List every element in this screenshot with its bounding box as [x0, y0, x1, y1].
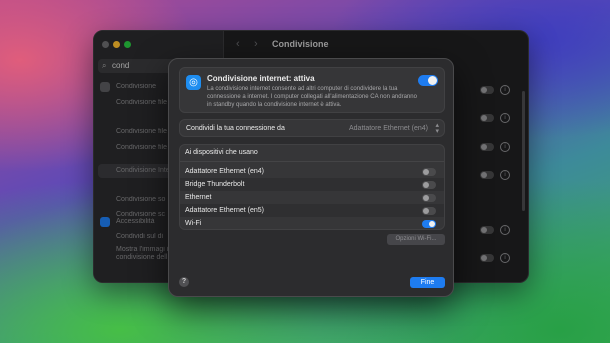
globe-share-icon: ◎: [186, 75, 201, 90]
device-row-ethernet: Ethernet: [180, 191, 444, 204]
device-row-en5: Adattatore Ethernet (en5): [180, 204, 444, 217]
done-button[interactable]: Fine: [410, 277, 445, 288]
internet-sharing-toggle[interactable]: [418, 75, 438, 86]
device-toggle-wifi[interactable]: [422, 220, 436, 228]
help-button[interactable]: ?: [179, 277, 189, 287]
share-connection-row: Condividi la tua connessione da Adattato…: [179, 119, 445, 137]
internet-sharing-description: La condivisione internet consente ad alt…: [207, 86, 417, 108]
device-label: Bridge Thunderbolt: [185, 181, 245, 188]
device-row-en4: Adattatore Ethernet (en4): [180, 165, 444, 178]
chevron-updown-icon[interactable]: ▴ ▾: [435, 122, 439, 135]
device-row-wifi: Wi-Fi: [180, 217, 444, 230]
device-toggle-thunderbolt[interactable]: [422, 181, 436, 189]
device-toggle-en4[interactable]: [422, 168, 436, 176]
device-label: Adattatore Ethernet (en5): [185, 207, 264, 214]
device-label: Adattatore Ethernet (en4): [185, 168, 264, 175]
device-toggle-en5[interactable]: [422, 207, 436, 215]
device-toggle-ethernet[interactable]: [422, 194, 436, 202]
share-connection-label: Condividi la tua connessione da: [186, 125, 285, 132]
divider: [180, 161, 444, 162]
share-connection-popup[interactable]: Adattatore Ethernet (en4): [349, 125, 428, 132]
wifi-options-button[interactable]: Opzioni Wi-Fi...: [387, 234, 445, 245]
internet-sharing-panel: ◎ Condivisione internet: attiva La condi…: [179, 67, 445, 113]
devices-panel: Ai dispositivi che usano Adattatore Ethe…: [179, 144, 445, 230]
internet-sharing-sheet: ◎ Condivisione internet: attiva La condi…: [168, 58, 454, 297]
devices-header: Ai dispositivi che usano: [185, 149, 258, 156]
device-label: Wi-Fi: [185, 220, 202, 227]
device-label: Ethernet: [185, 194, 212, 201]
device-row-thunderbolt: Bridge Thunderbolt: [180, 178, 444, 191]
internet-sharing-title: Condivisione internet: attiva: [207, 74, 315, 83]
